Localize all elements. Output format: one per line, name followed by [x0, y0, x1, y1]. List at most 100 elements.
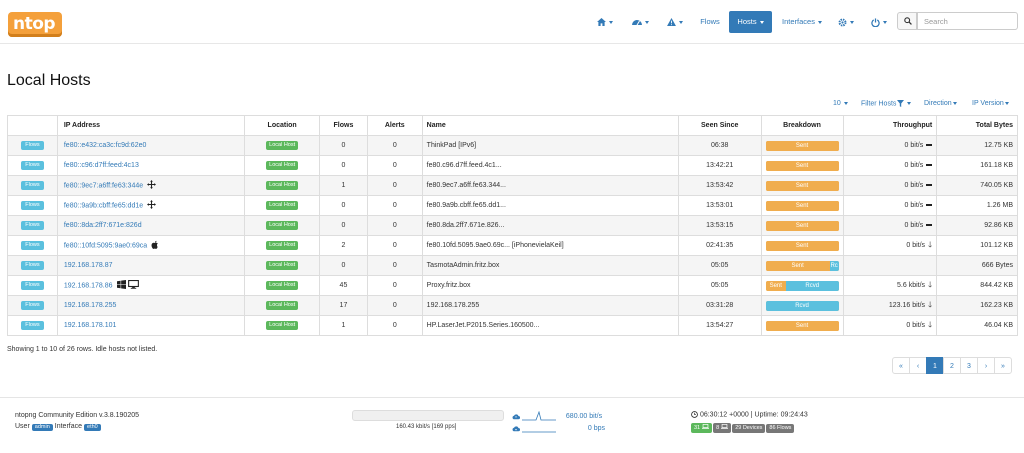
- host-ip-link[interactable]: 192.168.178.101: [64, 322, 117, 329]
- throughput-cell: 0 bit/s: [842, 155, 938, 176]
- search-input[interactable]: [917, 12, 1018, 30]
- total-bytes: 1.26 MB: [936, 195, 1018, 216]
- breakdown-cell: Sent: [760, 195, 844, 216]
- filter-hosts-dropdown[interactable]: Filter Hosts: [861, 100, 912, 112]
- col-throughput[interactable]: Throughput: [842, 115, 938, 136]
- host-ip-link[interactable]: fe80::10fd:5095:9ae0:69ca: [64, 242, 147, 249]
- ip-cell: fe80::c96:d7ff:feed:4c13: [56, 155, 246, 176]
- interface-badge[interactable]: eth0: [84, 424, 101, 431]
- ip-cell: 192.168.178.101: [56, 315, 246, 336]
- sent-segment: Sent: [765, 220, 839, 231]
- settings-menu[interactable]: [833, 11, 859, 33]
- host-ip-link[interactable]: 192.168.178.86: [64, 282, 113, 289]
- hosts-table: IP Address Location Flows Alerts Name Se…: [7, 115, 1018, 336]
- alerts-count: 0: [366, 315, 423, 336]
- trend-down-icon: 🡓: [928, 320, 933, 330]
- stat-badge[interactable]: 86 Flows: [766, 424, 795, 433]
- trend-down-icon: 🡓: [928, 240, 933, 250]
- actions-cell: Flows: [7, 295, 58, 316]
- page-button[interactable]: 1: [926, 357, 944, 374]
- col-seen-since[interactable]: Seen Since: [677, 115, 762, 136]
- home-menu[interactable]: [592, 11, 618, 33]
- alerts-menu[interactable]: [662, 11, 688, 33]
- flows-button[interactable]: Flows: [21, 161, 44, 170]
- table-row: Flows 192.168.178.255 Local Host 17 0 192.168…: [7, 295, 1018, 316]
- laptop-icon: [721, 424, 729, 431]
- page-button[interactable]: ›: [977, 357, 995, 374]
- seen-since: 13:53:42: [677, 175, 762, 196]
- breakdown-cell: Sent Rcvd: [760, 275, 844, 296]
- flows-button[interactable]: Flows: [21, 201, 44, 210]
- host-name: fe80.8da.2ff7.671e.826...: [421, 215, 679, 236]
- page-button[interactable]: 2: [943, 357, 961, 374]
- rcvd-segment: Rcvd: [785, 280, 839, 291]
- table-info: Showing 1 to 10 of 26 rows. Idle hosts n…: [7, 346, 158, 353]
- col-flows[interactable]: Flows: [319, 115, 368, 136]
- per-page-dropdown[interactable]: 10: [833, 100, 848, 112]
- breakdown-bar: Sent Rcvd: [765, 280, 839, 291]
- total-bytes: 161.18 KB: [936, 155, 1018, 176]
- host-ip-link[interactable]: fe80::e432:ca3c:fc9d:62e0: [64, 142, 147, 149]
- col-alerts[interactable]: Alerts: [366, 115, 423, 136]
- flows-count: 17: [319, 295, 368, 316]
- flows-button[interactable]: Flows: [21, 321, 44, 330]
- sent-segment: Sent: [765, 280, 786, 291]
- location-cell: Local Host: [244, 155, 321, 176]
- direction-dropdown[interactable]: Direction: [924, 100, 957, 112]
- nav-hosts[interactable]: Hosts: [729, 11, 772, 33]
- host-ip-link[interactable]: fe80::9ec7:a6ff:fe63:344e: [64, 182, 143, 189]
- flows-button[interactable]: Flows: [21, 241, 44, 250]
- host-ip-link[interactable]: fe80::c96:d7ff:feed:4c13: [64, 162, 139, 169]
- search-button[interactable]: [897, 12, 917, 30]
- flows-button[interactable]: Flows: [21, 141, 44, 150]
- sent-segment: Sent: [765, 180, 839, 191]
- location-badge: Local Host: [266, 141, 299, 150]
- total-bytes: 666 Bytes: [936, 255, 1018, 276]
- col-total-bytes[interactable]: Total Bytes: [936, 115, 1018, 136]
- page-button[interactable]: «: [892, 357, 910, 374]
- col-ip[interactable]: IP Address: [56, 115, 246, 136]
- user-label: User: [15, 423, 30, 430]
- apple-icon: [151, 240, 158, 249]
- logo-text: ntop: [13, 14, 56, 34]
- throughput-value: 5.6 kbit/s: [897, 282, 926, 289]
- host-ip-link[interactable]: 192.168.178.87: [64, 262, 113, 269]
- page-button[interactable]: ‹: [909, 357, 927, 374]
- stat-badge[interactable]: 31: [691, 423, 713, 433]
- stat-badge[interactable]: 8: [713, 423, 732, 433]
- breakdown-bar: Sent: [765, 180, 839, 191]
- flows-button[interactable]: Flows: [21, 301, 44, 310]
- power-menu[interactable]: [866, 11, 892, 33]
- dashboard-menu[interactable]: [627, 11, 653, 33]
- throughput-value: 123.16 bit/s: [888, 302, 926, 309]
- user-badge[interactable]: admin: [31, 424, 53, 431]
- seen-since: 13:53:15: [677, 215, 762, 236]
- host-name: 192.168.178.255: [421, 295, 679, 316]
- actions-cell: Flows: [7, 215, 58, 236]
- ntop-logo[interactable]: ntop: [8, 12, 62, 37]
- host-ip-link[interactable]: fe80::8da:2ff7:671e:826d: [64, 222, 142, 229]
- stat-badge[interactable]: 29 Devices: [732, 424, 766, 433]
- host-ip-link[interactable]: fe80::9a9b:cbff:fe65:dd1e: [64, 202, 143, 209]
- col-location[interactable]: Location: [244, 115, 321, 136]
- ip-version-dropdown[interactable]: IP Version: [972, 100, 1009, 112]
- flows-count: 2: [319, 235, 368, 256]
- nav-interfaces[interactable]: Interfaces: [776, 11, 828, 33]
- page-button[interactable]: 3: [960, 357, 978, 374]
- flows-button[interactable]: Flows: [21, 281, 44, 290]
- host-name: fe80.c96.d7ff.feed.4c1...: [421, 155, 679, 176]
- location-cell: Local Host: [244, 295, 321, 316]
- nav-flows[interactable]: Flows: [695, 11, 725, 33]
- flows-button[interactable]: Flows: [21, 261, 44, 270]
- trend-flat-icon: [926, 144, 933, 146]
- col-name[interactable]: Name: [421, 115, 679, 136]
- page-button[interactable]: »: [994, 357, 1012, 374]
- host-ip-link[interactable]: 192.168.178.255: [64, 302, 117, 309]
- flows-button[interactable]: Flows: [21, 181, 44, 190]
- breakdown-cell: Sent: [760, 155, 844, 176]
- throughput-cell: 0 bit/s 🡓: [842, 235, 938, 256]
- flows-button[interactable]: Flows: [21, 221, 44, 230]
- sent-segment: Sent: [765, 140, 839, 151]
- alerts-count: 0: [366, 175, 423, 196]
- location-cell: Local Host: [244, 215, 321, 236]
